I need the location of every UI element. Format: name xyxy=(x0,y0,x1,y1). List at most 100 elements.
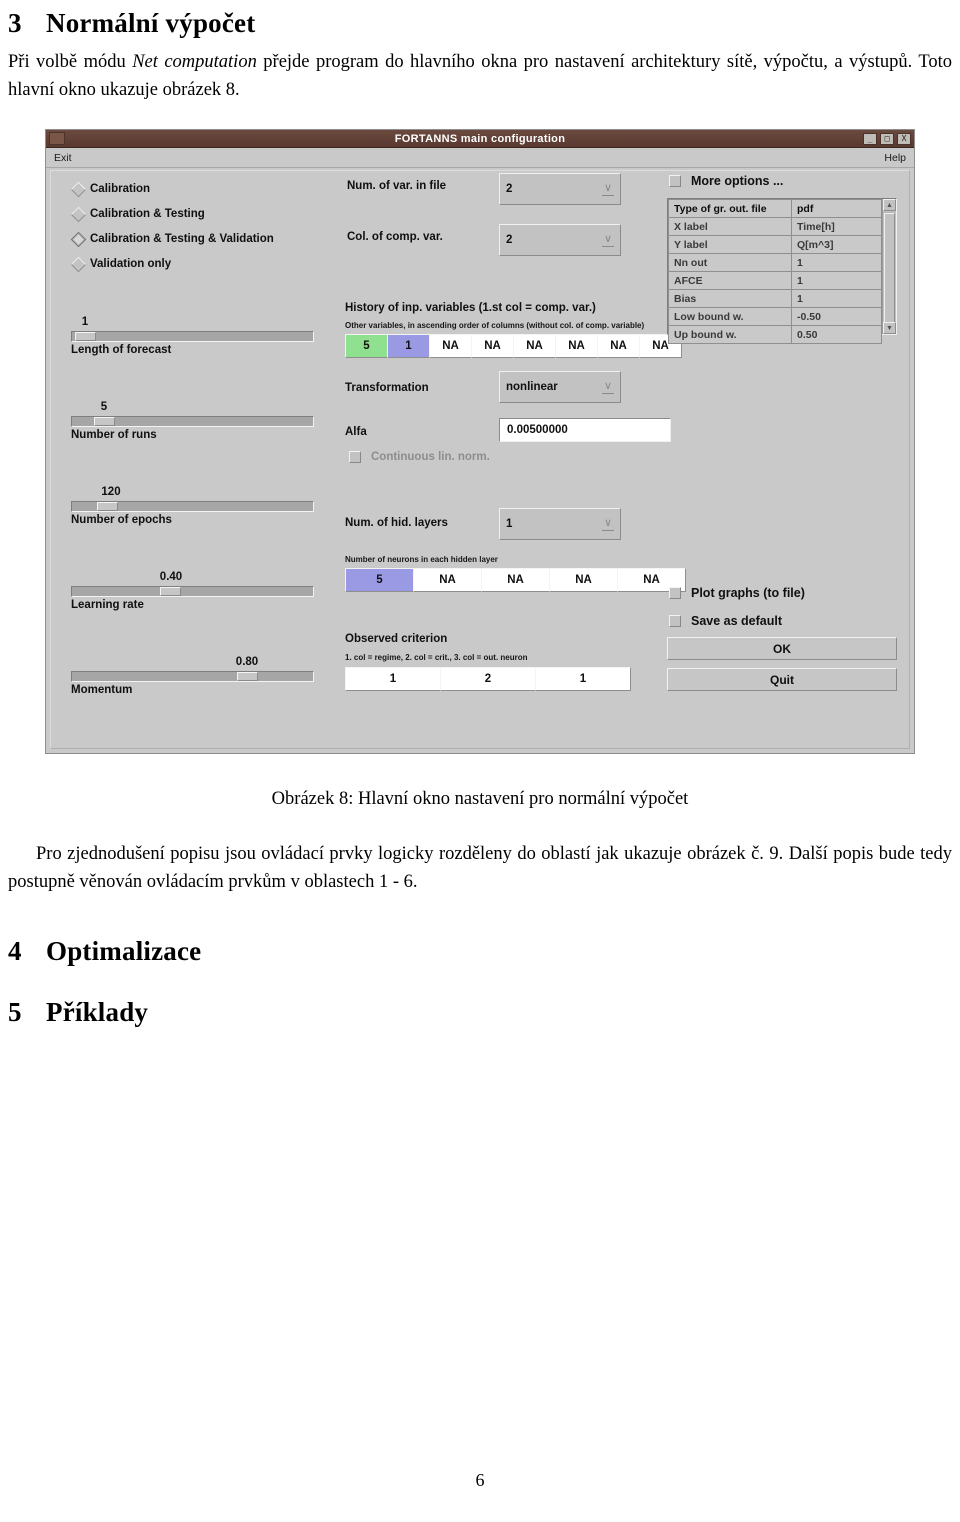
mode-radio-calibration[interactable]: Calibration xyxy=(70,181,150,197)
dropdown-value: 1 xyxy=(506,518,513,530)
radio-diamond-icon[interactable] xyxy=(70,256,87,272)
checkbox-icon[interactable] xyxy=(669,615,681,627)
ok-button[interactable]: OK xyxy=(667,637,897,660)
history-section-subtitle: Other variables, in ascending order of c… xyxy=(345,321,645,330)
continuous-lin-norm-row[interactable]: Continuous lin. norm. xyxy=(349,451,490,463)
slider-learning-rate[interactable]: 0.40 Learning rate xyxy=(71,571,314,611)
history-cell[interactable]: NA xyxy=(471,334,514,358)
chevron-down-icon[interactable]: ∨ xyxy=(602,517,614,531)
checkbox-icon[interactable] xyxy=(669,175,681,187)
slider-track[interactable] xyxy=(71,501,314,512)
history-cell[interactable]: 5 xyxy=(345,334,388,358)
option-value[interactable]: 1 xyxy=(791,289,882,308)
num-hid-layers-dropdown[interactable]: 1 ∨ xyxy=(499,508,621,540)
menu-item-exit[interactable]: Exit xyxy=(54,152,72,164)
neuron-cell-row: 5 NA NA NA NA xyxy=(345,568,686,592)
mode-radio-calibration-testing[interactable]: Calibration & Testing xyxy=(70,206,205,222)
slider-thumb[interactable] xyxy=(97,502,118,511)
option-key: Bias xyxy=(668,289,792,308)
slider-track[interactable] xyxy=(71,671,314,682)
option-value[interactable]: Q[m^3] xyxy=(791,235,882,254)
table-row[interactable]: Up bound w. 0.50 xyxy=(668,325,882,344)
option-value[interactable]: 0.50 xyxy=(791,325,882,344)
option-value[interactable]: pdf xyxy=(791,199,882,218)
option-value[interactable]: -0.50 xyxy=(791,307,882,326)
quit-button[interactable]: Quit xyxy=(667,668,897,691)
slider-length-of-forecast[interactable]: 1 Length of forecast xyxy=(71,316,314,356)
history-cell[interactable]: NA xyxy=(513,334,556,358)
criterion-cell-row: 1 2 1 xyxy=(345,667,631,691)
col-of-comp-var-label: Col. of comp. var. xyxy=(347,231,443,243)
mode-radio-calibration-testing-validation[interactable]: Calibration & Testing & Validation xyxy=(70,231,274,247)
section-title: Příklady xyxy=(46,997,149,1027)
chevron-down-icon[interactable]: ∨ xyxy=(602,182,614,196)
menu-item-help[interactable]: Help xyxy=(884,152,906,164)
save-as-default-row[interactable]: Save as default xyxy=(669,614,782,628)
table-row[interactable]: X label Time[h] xyxy=(668,217,882,236)
slider-thumb[interactable] xyxy=(237,672,258,681)
option-value[interactable]: 1 xyxy=(791,253,882,272)
slider-number-of-runs[interactable]: 5 Number of runs xyxy=(71,401,314,441)
slider-thumb[interactable] xyxy=(75,332,96,341)
mode-label: Calibration & Testing & Validation xyxy=(90,233,274,245)
section-title: Optimalizace xyxy=(46,936,202,966)
transformation-label: Transformation xyxy=(345,382,429,394)
option-key: Y label xyxy=(668,235,792,254)
slider-number-of-epochs[interactable]: 120 Number of epochs xyxy=(71,486,314,526)
section-number: 5 xyxy=(8,997,22,1027)
table-row[interactable]: AFCE 1 xyxy=(668,271,882,290)
checkbox-icon[interactable] xyxy=(349,451,361,463)
neuron-cell[interactable]: 5 xyxy=(345,568,414,592)
slider-track[interactable] xyxy=(71,586,314,597)
history-cell[interactable]: NA xyxy=(429,334,472,358)
mode-label: Validation only xyxy=(90,258,172,270)
intro-paragraph: Při volbě módu Net computation přejde pr… xyxy=(8,48,952,104)
chevron-down-icon[interactable]: ∨ xyxy=(602,380,614,394)
scroll-up-arrow-icon[interactable]: ▲ xyxy=(883,199,896,211)
minimize-icon[interactable]: _ xyxy=(863,132,877,145)
criterion-cell[interactable]: 1 xyxy=(535,667,631,691)
history-cell[interactable]: 1 xyxy=(387,334,430,358)
dropdown-value: nonlinear xyxy=(506,381,558,393)
alfa-input[interactable]: 0.00500000 xyxy=(499,418,671,442)
save-as-default-label: Save as default xyxy=(691,614,783,628)
criterion-cell[interactable]: 2 xyxy=(440,667,536,691)
neuron-cell[interactable]: NA xyxy=(413,568,482,592)
option-value[interactable]: 1 xyxy=(791,271,882,290)
table-row[interactable]: Bias 1 xyxy=(668,289,882,308)
slider-momentum[interactable]: 0.80 Momentum xyxy=(71,656,314,696)
neuron-cell[interactable]: NA xyxy=(549,568,618,592)
slider-thumb[interactable] xyxy=(94,417,115,426)
window-controls: _ □ X xyxy=(863,132,911,145)
radio-diamond-icon[interactable] xyxy=(70,206,87,222)
table-row[interactable]: Low bound w. -0.50 xyxy=(668,307,882,326)
slider-label: Momentum xyxy=(71,684,133,696)
table-row[interactable]: Type of gr. out. file pdf xyxy=(668,199,882,218)
more-options-row[interactable]: More options ... xyxy=(669,174,783,188)
radio-diamond-icon[interactable] xyxy=(70,181,87,197)
history-cell[interactable]: NA xyxy=(597,334,640,358)
close-icon[interactable]: X xyxy=(897,132,911,145)
num-var-in-file-dropdown[interactable]: 2 ∨ xyxy=(499,173,621,205)
maximize-icon[interactable]: □ xyxy=(880,132,894,145)
slider-label: Length of forecast xyxy=(71,344,172,356)
slider-track[interactable] xyxy=(71,416,314,427)
mode-radio-validation-only[interactable]: Validation only xyxy=(70,256,172,272)
transformation-dropdown[interactable]: nonlinear ∨ xyxy=(499,371,621,403)
slider-thumb[interactable] xyxy=(160,587,181,596)
table-row[interactable]: Nn out 1 xyxy=(668,253,882,272)
col-of-comp-var-dropdown[interactable]: 2 ∨ xyxy=(499,224,621,256)
radio-diamond-selected-icon[interactable] xyxy=(70,231,87,247)
neuron-cell[interactable]: NA xyxy=(481,568,550,592)
criterion-cell[interactable]: 1 xyxy=(345,667,441,691)
table-row[interactable]: Y label Q[m^3] xyxy=(668,235,882,254)
plot-graphs-row[interactable]: Plot graphs (to file) xyxy=(669,586,805,600)
history-cell[interactable]: NA xyxy=(555,334,598,358)
options-table-scrollbar[interactable]: ▲ ▼ xyxy=(882,199,896,334)
scroll-down-arrow-icon[interactable]: ▼ xyxy=(883,322,896,334)
scrollbar-thumb[interactable] xyxy=(884,213,895,325)
checkbox-icon[interactable] xyxy=(669,587,681,599)
slider-track[interactable] xyxy=(71,331,314,342)
option-value[interactable]: Time[h] xyxy=(791,217,882,236)
chevron-down-icon[interactable]: ∨ xyxy=(602,233,614,247)
